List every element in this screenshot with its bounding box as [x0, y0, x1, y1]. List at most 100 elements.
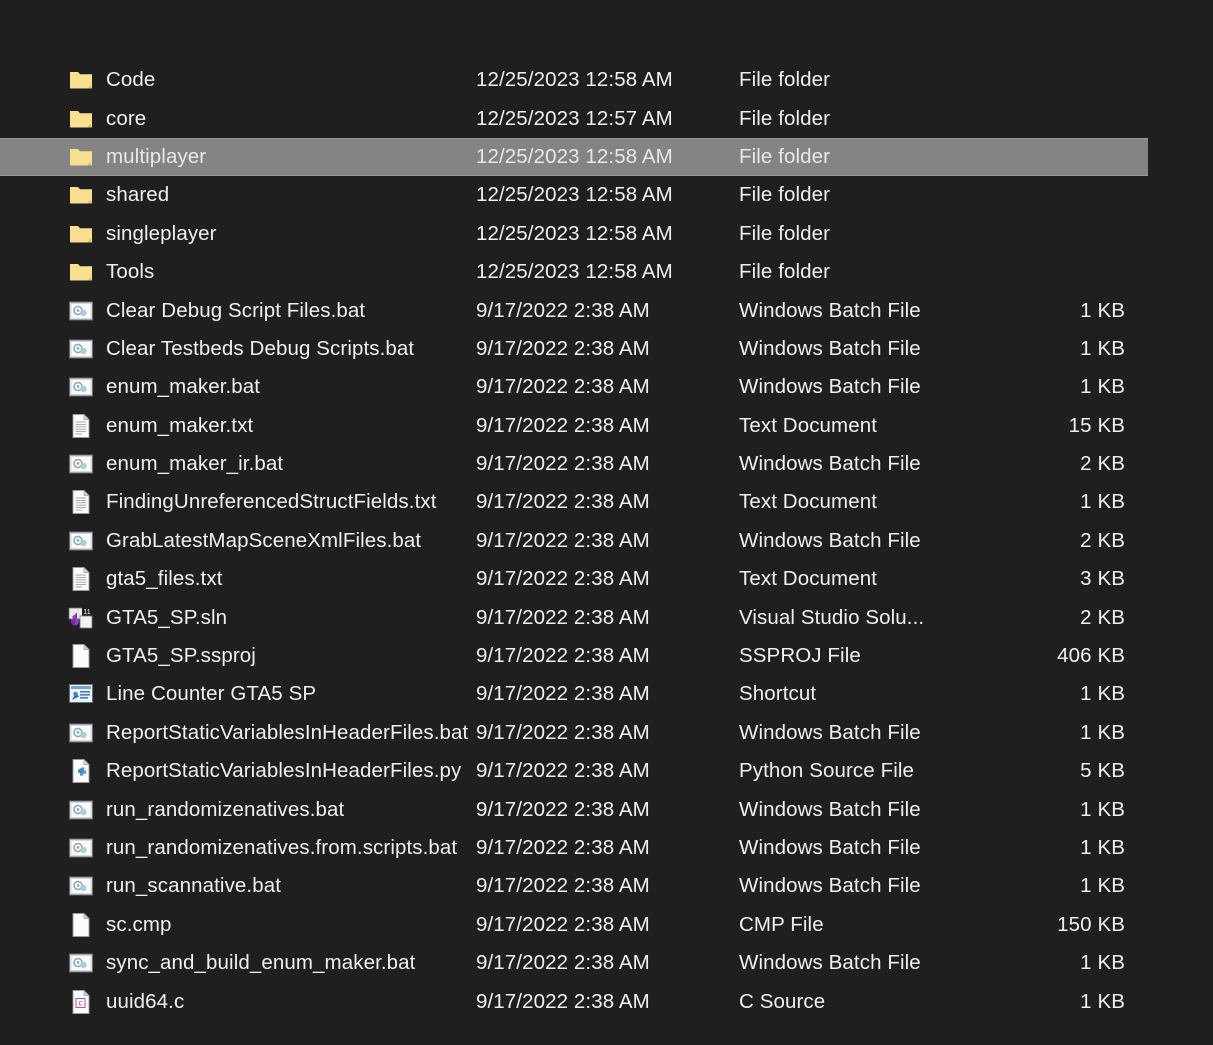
file-name-cell[interactable]: gta5_files.txt [0, 566, 476, 592]
folder-icon [68, 67, 94, 93]
file-list-row[interactable]: Clear Debug Script Files.bat9/17/2022 2:… [0, 291, 1213, 329]
file-type-cell: File folder [739, 183, 979, 207]
text-document-icon [68, 566, 94, 592]
file-name-cell[interactable]: run_scannative.bat [0, 873, 476, 899]
date-modified-cell: 9/17/2022 2:38 AM [476, 682, 739, 706]
file-name-cell[interactable]: Code [0, 67, 476, 93]
file-name-label: uuid64.c [106, 990, 184, 1014]
file-name-cell[interactable]: 11 GTA5_SP.sln [0, 605, 476, 631]
file-type-cell: Text Document [739, 490, 979, 514]
date-modified-cell: 9/17/2022 2:38 AM [476, 375, 739, 399]
file-name-label: enum_maker_ir.bat [106, 452, 283, 476]
text-document-icon [68, 489, 94, 515]
file-name-cell[interactable]: run_randomizenatives.from.scripts.bat [0, 835, 476, 861]
file-name-cell[interactable]: core [0, 106, 476, 132]
date-modified-cell: 9/17/2022 2:38 AM [476, 606, 739, 630]
file-name-cell[interactable]: shared [0, 182, 476, 208]
svg-text:c: c [78, 998, 82, 1007]
batch-file-icon [68, 374, 94, 400]
file-list-row[interactable]: run_randomizenatives.bat9/17/2022 2:38 A… [0, 790, 1213, 828]
file-size-cell: 1 KB [979, 490, 1125, 514]
file-list-row[interactable]: enum_maker.txt9/17/2022 2:38 AMText Docu… [0, 407, 1213, 445]
date-modified-cell: 12/25/2023 12:58 AM [476, 260, 739, 284]
batch-file-icon [68, 298, 94, 324]
file-list-row[interactable]: c uuid64.c9/17/2022 2:38 AMC Source1 KB [0, 982, 1213, 1020]
file-name-cell[interactable]: enum_maker_ir.bat [0, 451, 476, 477]
file-type-cell: Shortcut [739, 682, 979, 706]
file-list-row[interactable]: run_scannative.bat9/17/2022 2:38 AMWindo… [0, 867, 1213, 905]
file-list-row[interactable]: multiplayer12/25/2023 12:58 AMFile folde… [0, 138, 1148, 176]
file-name-cell[interactable]: run_randomizenatives.bat [0, 797, 476, 823]
file-name-cell[interactable]: multiplayer [0, 144, 476, 170]
blank-file-icon [68, 912, 94, 938]
file-list-row[interactable]: run_randomizenatives.from.scripts.bat9/1… [0, 829, 1213, 867]
file-list-row[interactable]: core12/25/2023 12:57 AMFile folder [0, 99, 1213, 137]
file-type-cell: File folder [739, 107, 979, 131]
folder-icon [68, 144, 94, 170]
file-name-cell[interactable]: ReportStaticVariablesInHeaderFiles.py [0, 758, 476, 784]
file-type-cell: Windows Batch File [739, 337, 979, 361]
file-name-cell[interactable]: sync_and_build_enum_maker.bat [0, 950, 476, 976]
file-name-cell[interactable]: Tools [0, 259, 476, 285]
file-list-row[interactable]: sc.cmp9/17/2022 2:38 AMCMP File150 KB [0, 906, 1213, 944]
file-name-cell[interactable]: ReportStaticVariablesInHeaderFiles.bat [0, 720, 476, 746]
file-list-row[interactable]: GTA5_SP.ssproj9/17/2022 2:38 AMSSPROJ Fi… [0, 637, 1213, 675]
file-name-cell[interactable]: FindingUnreferencedStructFields.txt [0, 489, 476, 515]
batch-file-icon [68, 873, 94, 899]
file-size-cell: 150 KB [979, 913, 1125, 937]
folder-icon [68, 259, 94, 285]
file-list-row[interactable]: GrabLatestMapSceneXmlFiles.bat9/17/2022 … [0, 522, 1213, 560]
file-list-row[interactable]: enum_maker_ir.bat9/17/2022 2:38 AMWindow… [0, 445, 1213, 483]
batch-file-icon [68, 720, 94, 746]
file-name-label: GTA5_SP.ssproj [106, 644, 256, 668]
file-list[interactable]: Code12/25/2023 12:58 AMFile folder core1… [0, 0, 1213, 1045]
file-name-label: Line Counter GTA5 SP [106, 682, 316, 706]
file-list-row[interactable]: sync_and_build_enum_maker.bat9/17/2022 2… [0, 944, 1213, 982]
c-source-icon: c [68, 989, 94, 1015]
file-type-cell: Windows Batch File [739, 836, 979, 860]
file-type-cell: Windows Batch File [739, 452, 979, 476]
file-list-row[interactable]: Clear Testbeds Debug Scripts.bat9/17/202… [0, 330, 1213, 368]
file-type-cell: File folder [739, 145, 979, 169]
file-name-label: singleplayer [106, 222, 217, 246]
file-name-cell[interactable]: enum_maker.bat [0, 374, 476, 400]
file-name-label: GrabLatestMapSceneXmlFiles.bat [106, 529, 421, 553]
folder-icon [68, 106, 94, 132]
file-size-cell: 1 KB [979, 990, 1125, 1014]
date-modified-cell: 12/25/2023 12:58 AM [476, 183, 739, 207]
file-name-cell[interactable]: GrabLatestMapSceneXmlFiles.bat [0, 528, 476, 554]
file-list-row[interactable]: ReportStaticVariablesInHeaderFiles.py 9/1… [0, 752, 1213, 790]
file-type-cell: Python Source File [739, 759, 979, 783]
file-name-label: multiplayer [106, 145, 206, 169]
file-size-cell: 1 KB [979, 299, 1125, 323]
file-list-row[interactable]: singleplayer12/25/2023 12:58 AMFile fold… [0, 215, 1213, 253]
file-type-cell: Windows Batch File [739, 721, 979, 745]
file-list-row[interactable]: Line Counter GTA5 SP 9/17/2022 2:38 AMSho… [0, 675, 1213, 713]
file-size-cell: 1 KB [979, 836, 1125, 860]
visual-studio-solution-icon: 11 [68, 605, 94, 631]
file-list-row[interactable]: 11 GTA5_SP.sln9/17/2022 2:38 AMVisual St… [0, 598, 1213, 636]
file-name-label: ReportStaticVariablesInHeaderFiles.py [106, 759, 461, 783]
file-list-row[interactable]: Code12/25/2023 12:58 AMFile folder [0, 61, 1213, 99]
file-list-row[interactable]: ReportStaticVariablesInHeaderFiles.bat9/… [0, 714, 1213, 752]
file-list-row[interactable]: Tools12/25/2023 12:58 AMFile folder [0, 253, 1213, 291]
file-size-cell: 5 KB [979, 759, 1125, 783]
file-name-cell[interactable]: Clear Testbeds Debug Scripts.bat [0, 336, 476, 362]
file-list-row[interactable]: gta5_files.txt9/17/2022 2:38 AMText Docu… [0, 560, 1213, 598]
file-list-row[interactable]: FindingUnreferencedStructFields.txt9/17/… [0, 483, 1213, 521]
file-name-label: run_scannative.bat [106, 874, 281, 898]
file-name-label: Clear Testbeds Debug Scripts.bat [106, 337, 414, 361]
file-name-cell[interactable]: Clear Debug Script Files.bat [0, 298, 476, 324]
file-list-row[interactable]: enum_maker.bat9/17/2022 2:38 AMWindows B… [0, 368, 1213, 406]
file-name-cell[interactable]: enum_maker.txt [0, 413, 476, 439]
file-name-cell[interactable]: singleplayer [0, 221, 476, 247]
file-size-cell: 1 KB [979, 874, 1125, 898]
file-name-cell[interactable]: c uuid64.c [0, 989, 476, 1015]
file-name-cell[interactable]: GTA5_SP.ssproj [0, 643, 476, 669]
date-modified-cell: 9/17/2022 2:38 AM [476, 759, 739, 783]
file-name-cell[interactable]: Line Counter GTA5 SP [0, 681, 476, 707]
date-modified-cell: 12/25/2023 12:57 AM [476, 107, 739, 131]
batch-file-icon [68, 528, 94, 554]
file-list-row[interactable]: shared12/25/2023 12:58 AMFile folder [0, 176, 1213, 214]
file-name-cell[interactable]: sc.cmp [0, 912, 476, 938]
